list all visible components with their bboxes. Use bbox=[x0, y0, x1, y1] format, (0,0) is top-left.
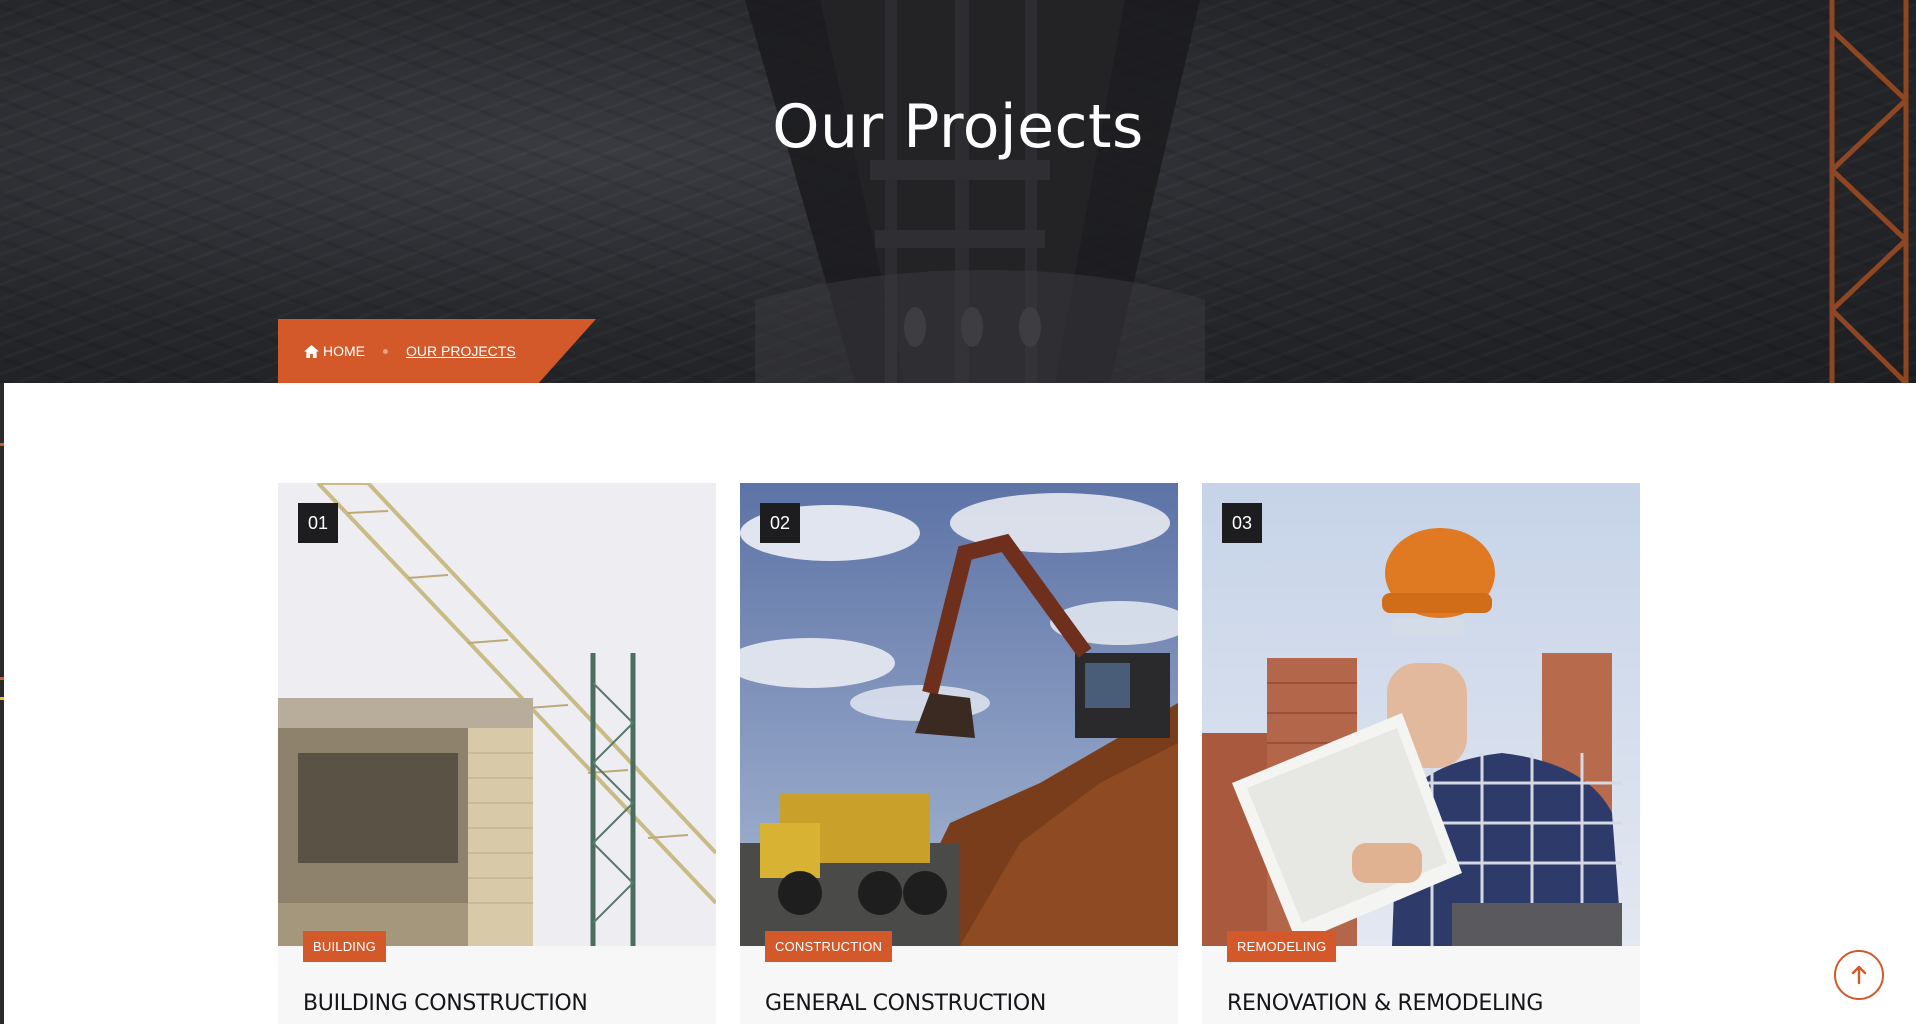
scroll-to-top-button[interactable] bbox=[1834, 950, 1884, 1000]
project-number-badge: 03 bbox=[1222, 503, 1262, 543]
project-number-badge: 01 bbox=[298, 503, 338, 543]
home-icon bbox=[304, 344, 319, 358]
worker-blueprint-photo bbox=[1202, 483, 1640, 946]
breadcrumb-home-label: HOME bbox=[323, 343, 365, 359]
page-title: Our Projects bbox=[772, 92, 1144, 162]
breadcrumb-separator bbox=[383, 348, 388, 354]
project-title[interactable]: RENOVATION & REMODELING bbox=[1227, 991, 1543, 1016]
crane-building-photo bbox=[278, 483, 716, 946]
projects-grid: 01 BUILDING BUILDING CONSTRUCTION 02 CON… bbox=[278, 483, 1640, 1024]
project-image[interactable]: 02 bbox=[740, 483, 1178, 946]
edge-mark bbox=[0, 443, 4, 446]
edge-mark bbox=[0, 677, 4, 680]
project-category-tag[interactable]: CONSTRUCTION bbox=[765, 931, 893, 962]
project-image[interactable]: 03 bbox=[1202, 483, 1640, 946]
breadcrumb-current[interactable]: OUR PROJECTS bbox=[406, 343, 516, 359]
page-hero: Our Projects HOME OUR PROJECTS bbox=[0, 0, 1916, 383]
project-card[interactable]: 03 REMODELING RENOVATION & REMODELING bbox=[1202, 483, 1640, 1024]
project-title[interactable]: GENERAL CONSTRUCTION bbox=[765, 991, 1046, 1016]
project-title[interactable]: BUILDING CONSTRUCTION bbox=[303, 991, 588, 1016]
project-number-badge: 02 bbox=[760, 503, 800, 543]
edge-mark bbox=[0, 697, 4, 700]
project-category-tag[interactable]: REMODELING bbox=[1227, 931, 1337, 962]
excavator-photo bbox=[740, 483, 1178, 946]
project-category-tag[interactable]: BUILDING bbox=[303, 931, 387, 962]
breadcrumb-home-link[interactable]: HOME bbox=[304, 343, 365, 359]
arrow-up-icon bbox=[1851, 966, 1867, 984]
project-image[interactable]: 01 bbox=[278, 483, 716, 946]
project-card[interactable]: 01 BUILDING BUILDING CONSTRUCTION bbox=[278, 483, 716, 1024]
project-card[interactable]: 02 CONSTRUCTION GENERAL CONSTRUCTION bbox=[740, 483, 1178, 1024]
